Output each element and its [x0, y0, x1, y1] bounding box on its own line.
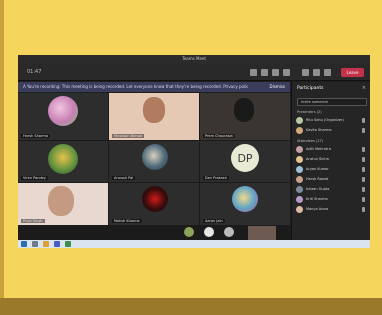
participant-name: Prem Chaurasia — [203, 134, 235, 138]
participant-video — [234, 98, 254, 122]
mic-icon — [362, 177, 365, 182]
participant-avatar — [142, 144, 168, 170]
participants-panel: Participants × Invite someone Presenters… — [291, 82, 370, 248]
recording-banner-text: A You're recording: This meeting is bein… — [23, 84, 248, 89]
camera-icon[interactable] — [302, 69, 309, 76]
overflow-avatar[interactable] — [224, 227, 234, 237]
attendees-header[interactable]: Attendees (17) — [297, 139, 323, 143]
avatar — [296, 127, 303, 134]
avatar — [296, 196, 303, 203]
teams-window: Teams Meet 01:47 Leave A You're recordin… — [18, 55, 370, 248]
participant-row-name: Kriti Sharma — [306, 197, 328, 201]
participant-row[interactable]: Ritu Sahu (Organizer) — [296, 116, 368, 125]
participant-row[interactable]: Manya Arora — [296, 205, 368, 214]
participant-row[interactable]: Kavita Sharma — [296, 126, 368, 135]
participant-row-name: Ishaan Gupta — [306, 187, 330, 191]
avatar — [296, 166, 303, 173]
participant-row-name: Aditi Mehrotra — [306, 147, 331, 151]
start-icon[interactable] — [21, 241, 27, 247]
participant-video — [48, 186, 74, 216]
participant-tile[interactable]: Viren Pandey — [18, 141, 108, 182]
meeting-clock: 01:47 — [27, 69, 42, 75]
participant-row-name: Ritu Sahu (Organizer) — [306, 118, 344, 122]
avatar — [296, 117, 303, 124]
participant-name: Harsh Sharma — [21, 134, 50, 138]
participant-row[interactable]: Aditi Mehrotra — [296, 145, 368, 154]
mic-icon — [362, 147, 365, 152]
participant-row-name: Aryan Kumar — [306, 167, 329, 171]
avatar — [296, 186, 303, 193]
overflow-avatar[interactable] — [184, 227, 194, 237]
teams-icon[interactable] — [54, 241, 60, 247]
search-icon[interactable] — [32, 241, 38, 247]
close-icon[interactable]: × — [362, 85, 366, 91]
mic-icon — [362, 157, 365, 162]
participant-row-name: Harsh Rawat — [306, 177, 329, 181]
meeting-toolbar: 01:47 Leave — [18, 64, 370, 81]
participant-tile[interactable]: Prem Chaurasia — [200, 93, 290, 140]
people-icon[interactable] — [250, 69, 257, 76]
mic-icon — [362, 187, 365, 192]
participant-tile[interactable]: DP Dev Prakash — [200, 141, 290, 182]
participant-name: Viren Pandey — [21, 176, 48, 180]
participant-avatar — [48, 96, 78, 126]
participant-tile[interactable]: Anoush Pal — [109, 141, 199, 182]
avatar — [296, 156, 303, 163]
video-grid: Harsh Sharma Muskaan Bansal Prem Chauras… — [18, 93, 290, 245]
participant-name: Aarav Jain — [203, 219, 225, 223]
participant-row[interactable]: Aryan Kumar — [296, 165, 368, 174]
mic-icon — [362, 118, 365, 123]
participant-avatar — [232, 186, 258, 212]
leave-button[interactable]: Leave — [341, 68, 364, 77]
panel-title: Participants — [297, 86, 324, 91]
reactions-icon[interactable] — [272, 69, 279, 76]
avatar — [296, 206, 303, 213]
share-icon[interactable] — [324, 69, 331, 76]
avatar — [296, 176, 303, 183]
folder-icon[interactable] — [43, 241, 49, 247]
participant-avatar — [48, 144, 78, 174]
mic-icon — [362, 128, 365, 133]
recording-banner: A You're recording: This meeting is bein… — [18, 82, 290, 92]
avatar — [296, 146, 303, 153]
dismiss-button[interactable]: Dismiss — [270, 84, 285, 89]
overflow-avatar[interactable] — [204, 227, 214, 237]
participant-name: Dev Prakash — [203, 176, 229, 180]
mic-icon — [362, 207, 365, 212]
mic-icon — [362, 167, 365, 172]
participant-tile[interactable]: Muskaan Bansal — [109, 93, 199, 140]
invite-input[interactable]: Invite someone — [297, 98, 367, 106]
window-title: Teams Meet — [182, 56, 206, 61]
participant-row-name: Anshul Sinha — [306, 157, 329, 161]
participant-row-name: Manya Arora — [306, 207, 329, 211]
participant-tile[interactable]: Priya Singh — [18, 183, 108, 225]
participant-name: Priya Singh — [21, 219, 45, 223]
chat-icon[interactable] — [261, 69, 268, 76]
participant-name: Moksh Khanna — [112, 219, 142, 223]
participant-name: Muskaan Bansal — [112, 134, 145, 138]
participant-name: Anoush Pal — [112, 176, 136, 180]
participant-row[interactable]: Ishaan Gupta — [296, 185, 368, 194]
participant-tile[interactable]: Harsh Sharma — [18, 93, 108, 140]
participant-tile[interactable]: Moksh Khanna — [109, 183, 199, 225]
mic-icon — [362, 197, 365, 202]
page-shadow — [0, 298, 382, 315]
participant-row-name: Kavita Sharma — [306, 128, 332, 132]
participant-video — [143, 97, 165, 123]
participant-initials-avatar: DP — [231, 144, 259, 172]
browser-icon[interactable] — [65, 241, 71, 247]
participant-tile[interactable]: Aarav Jain — [200, 183, 290, 225]
title-bar: Teams Meet — [18, 55, 370, 64]
page-edge — [0, 0, 4, 315]
participant-row[interactable]: Kriti Sharma — [296, 195, 368, 204]
participant-row[interactable]: Harsh Rawat — [296, 175, 368, 184]
participant-row[interactable]: Anshul Sinha — [296, 155, 368, 164]
windows-taskbar — [18, 240, 370, 248]
presenters-header[interactable]: Presenters (2) — [297, 110, 322, 114]
participant-avatar — [142, 186, 168, 212]
mic-icon[interactable] — [313, 69, 320, 76]
more-icon[interactable] — [283, 69, 290, 76]
